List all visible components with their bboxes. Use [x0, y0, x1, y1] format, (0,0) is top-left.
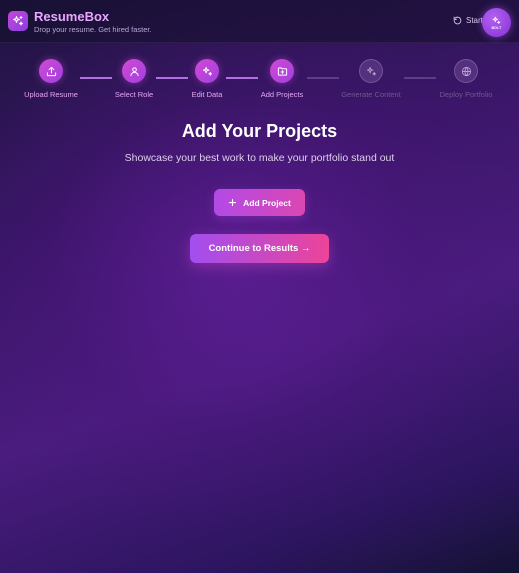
step-label: Upload Resume	[24, 90, 78, 99]
plus-icon	[229, 198, 237, 207]
add-project-button[interactable]: Add Project	[214, 189, 305, 216]
page-subtitle: Showcase your best work to make your por…	[124, 152, 395, 164]
upload-icon	[46, 66, 56, 76]
step-circle	[454, 59, 478, 83]
user-icon	[129, 66, 139, 76]
step-label: Add Projects	[260, 90, 304, 99]
sparkles-icon	[202, 66, 212, 76]
brand-title: ResumeBox	[34, 9, 110, 24]
step-label: Select Role	[114, 90, 154, 99]
bolt-badge[interactable]: BOLT	[482, 8, 511, 37]
badge-text: BOLT	[491, 25, 502, 30]
add-project-label: Add Project	[243, 197, 291, 208]
folder-icon	[277, 66, 287, 76]
sparkles-icon	[366, 66, 376, 76]
app-header: ResumeBox Drop your resume. Get hired fa…	[0, 0, 519, 43]
globe-icon	[461, 66, 471, 76]
step-circle	[270, 59, 294, 83]
brand-tagline: Drop your resume. Get hired faster.	[34, 25, 152, 34]
step-circle	[359, 59, 383, 83]
step-label: Generate Content	[341, 90, 401, 99]
sparkles-icon	[13, 16, 23, 26]
step-label: Deploy Portfolio	[439, 90, 493, 99]
refresh-icon	[453, 16, 462, 25]
continue-label: Continue to Results →	[208, 243, 311, 254]
logo[interactable]	[8, 11, 28, 31]
step-circle	[195, 59, 219, 83]
continue-to-results-button[interactable]: Continue to Results →	[190, 234, 329, 263]
start-over-button[interactable]: Start	[453, 16, 483, 25]
step-circle	[39, 59, 63, 83]
page-title: Add Your Projects	[181, 121, 338, 141]
step-add-projects[interactable]: Add Projects	[232, 59, 332, 99]
step-label: Edit Data	[191, 90, 223, 99]
step-generate-content[interactable]: Generate Content	[321, 59, 421, 99]
sparkles-icon	[492, 16, 501, 24]
start-over-label: Start	[466, 16, 483, 25]
step-deploy-portfolio[interactable]: Deploy Portfolio	[416, 59, 516, 99]
step-circle	[122, 59, 146, 83]
